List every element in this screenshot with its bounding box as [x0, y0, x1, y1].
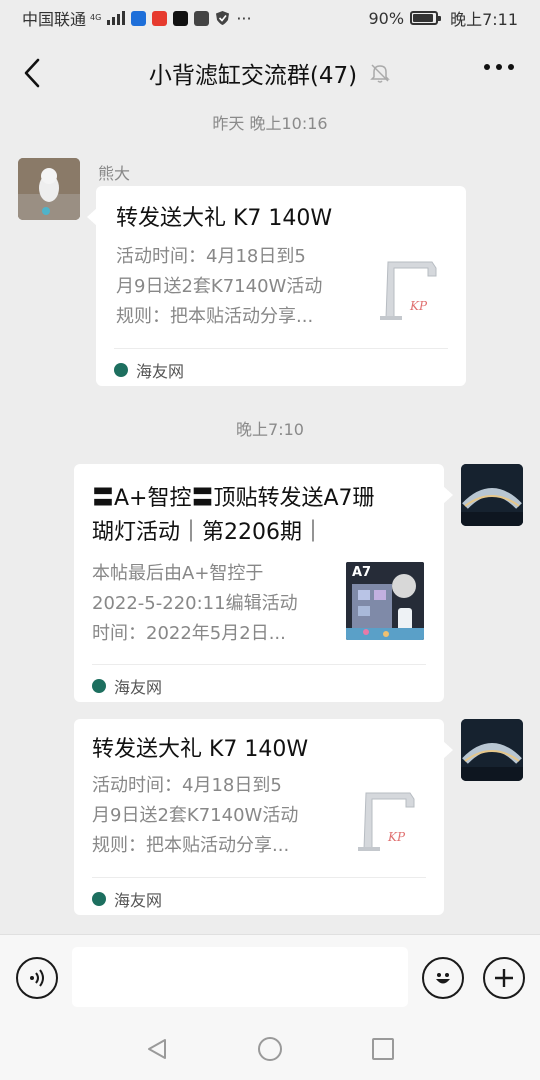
voice-icon	[30, 969, 44, 987]
desc-line: 月9日送2套K7140W活动	[92, 805, 299, 826]
voice-button[interactable]	[16, 957, 58, 999]
chat-title-group: 小背滤缸交流群(47)	[149, 56, 391, 90]
source-name: 海友网	[136, 362, 185, 381]
card-thumbnail: KP	[350, 779, 430, 859]
title-line: 瑚灯活动｜第2206期｜	[92, 520, 324, 545]
card-divider	[114, 348, 448, 349]
source-name: 海友网	[114, 678, 163, 697]
emoji-button[interactable]	[422, 957, 464, 999]
status-bar: 中国联通 4G ··· 90% 晚上7:11	[0, 0, 540, 36]
battery-icon	[410, 11, 442, 25]
avatar-image	[461, 719, 523, 781]
shield-app-icon	[131, 10, 147, 26]
avatar-image	[461, 464, 523, 526]
tiktok-app-icon	[173, 10, 189, 26]
network-type: 4G	[90, 13, 102, 22]
security-shield-icon	[216, 11, 230, 25]
card-title: 转发送大礼 K7 140W	[92, 737, 309, 762]
more-notifications-icon: ···	[236, 8, 252, 28]
nav-back-icon[interactable]	[145, 1037, 169, 1061]
link-card[interactable]: 转发送大礼 K7 140W 活动时间：4月18日到5 月9日送2套K7140W活…	[74, 719, 453, 915]
more-button[interactable]	[484, 64, 514, 70]
card-title: 转发送大礼 K7 140W	[116, 206, 333, 231]
svg-text:KP: KP	[387, 830, 406, 844]
sender-name: 熊大	[98, 164, 131, 183]
lamp-image: KP	[380, 261, 437, 320]
lamp-image: KP	[358, 792, 415, 851]
title-line: 〓A+智控〓顶贴转发送A7珊	[92, 486, 375, 511]
back-button[interactable]	[18, 56, 46, 90]
clock: 晚上7:11	[450, 10, 518, 29]
input-bar	[0, 934, 540, 1018]
timestamp: 昨天 晚上10:16	[212, 114, 328, 133]
card-source: 海友网	[92, 674, 162, 698]
plus-button[interactable]	[483, 957, 525, 999]
avatar[interactable]	[18, 158, 80, 220]
system-nav-bar	[0, 1018, 540, 1080]
battery-percent: 90%	[368, 8, 405, 28]
bell-off-icon	[370, 64, 390, 83]
nav-recents-icon[interactable]	[371, 1037, 395, 1061]
card-source: 海友网	[92, 887, 162, 911]
signal-icon	[107, 11, 126, 25]
chevron-left-icon	[24, 58, 40, 88]
card-thumbnail: A7	[346, 562, 424, 640]
timestamp: 晚上7:10	[236, 420, 304, 439]
source-logo-icon	[92, 679, 106, 693]
desc-line: 活动时间：4月18日到5	[116, 246, 306, 267]
card-divider	[92, 877, 426, 878]
message-input[interactable]	[72, 947, 408, 1007]
more-dot	[496, 64, 502, 70]
desc-line: 活动时间：4月18日到5	[92, 775, 282, 796]
link-card[interactable]: 〓A+智控〓顶贴转发送A7珊 瑚灯活动｜第2206期｜ 本帖最后由A+智控于 2…	[74, 464, 453, 702]
card-divider	[92, 664, 426, 665]
source-logo-icon	[92, 892, 106, 906]
card-description: 活动时间：4月18日到5 月9日送2套K7140W活动 规则：把本贴活动分享..…	[92, 771, 342, 861]
mail-app-icon	[194, 10, 210, 26]
desc-line: 规则：把本贴活动分享...	[92, 835, 290, 856]
more-dot	[508, 64, 514, 70]
source-name: 海友网	[114, 891, 163, 910]
svg-text:KP: KP	[409, 299, 428, 313]
link-card[interactable]: 转发送大礼 K7 140W 活动时间：4月18日到5 月9日送2套K7140W活…	[87, 186, 466, 386]
card-description: 本帖最后由A+智控于 2022-5-220:11编辑活动 时间：2022年5月2…	[92, 559, 342, 649]
thumbnail-label: A7	[352, 565, 372, 580]
news-app-icon	[152, 10, 168, 26]
source-logo-icon	[114, 363, 128, 377]
plus-icon	[495, 969, 513, 987]
chat-title: 小背滤缸交流群(47)	[148, 63, 358, 89]
card-thumbnail: KP	[372, 248, 452, 328]
my-avatar[interactable]	[461, 719, 523, 781]
desc-line: 时间：2022年5月2日...	[92, 623, 286, 644]
my-avatar[interactable]	[461, 464, 523, 526]
card-description: 活动时间：4月18日到5 月9日送2套K7140W活动 规则：把本贴活动分享..…	[116, 242, 366, 332]
desc-line: 本帖最后由A+智控于	[92, 563, 264, 584]
chat-header: 小背滤缸交流群(47)	[0, 36, 540, 110]
more-dot	[484, 64, 490, 70]
desc-line: 规则：把本贴活动分享...	[116, 306, 314, 327]
card-source: 海友网	[114, 358, 184, 382]
status-left: 中国联通 4G ···	[22, 6, 252, 30]
status-right: 90% 晚上7:11	[369, 6, 519, 30]
emoji-icon	[436, 973, 450, 984]
carrier-label: 中国联通	[22, 10, 87, 29]
desc-line: 月9日送2套K7140W活动	[116, 276, 323, 297]
nav-home-icon[interactable]	[257, 1036, 283, 1062]
avatar-image	[18, 158, 80, 220]
card-title: 〓A+智控〓顶贴转发送A7珊 瑚灯活动｜第2206期｜	[92, 482, 375, 550]
desc-line: 2022-5-220:11编辑活动	[92, 593, 298, 614]
